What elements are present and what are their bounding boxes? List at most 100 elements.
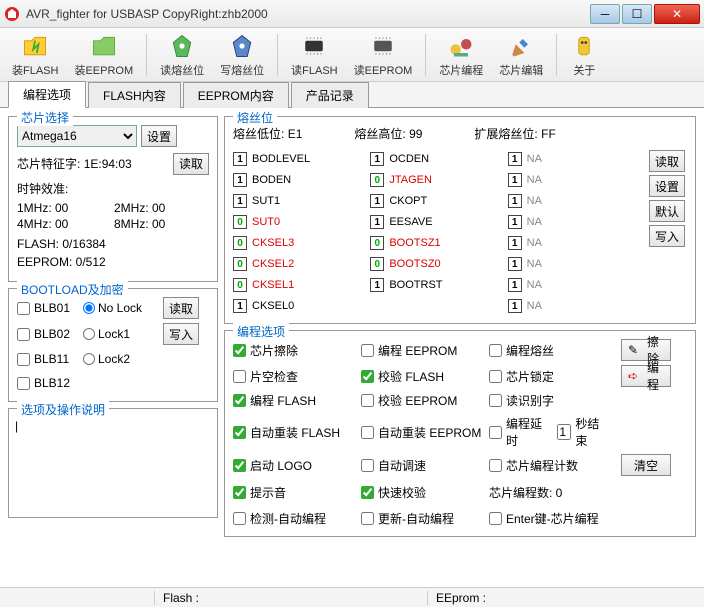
rb-lock2[interactable]: Lock2: [83, 352, 155, 366]
fuse-bit[interactable]: 1BODEN: [233, 171, 370, 189]
fuse-bit[interactable]: 0SUT0: [233, 213, 370, 231]
minimize-button[interactable]: ─: [590, 4, 620, 24]
cb-prog-opt[interactable]: 自动重装 EEPROM: [361, 424, 483, 441]
fuse-bit[interactable]: 0CKSEL2: [233, 255, 370, 273]
chip-set-button[interactable]: 设置: [141, 125, 177, 147]
fuse-bit[interactable]: 1EESAVE: [370, 213, 507, 231]
desc-title: 选项及操作说明: [17, 401, 109, 418]
tool-write-fuse[interactable]: 写熔丝位: [214, 30, 270, 80]
desc-text: |: [13, 413, 213, 513]
erase-button[interactable]: ✎擦除: [621, 339, 671, 361]
fuse-bit[interactable]: 1OCDEN: [370, 150, 507, 168]
clock-grid: 1MHz: 002MHz: 00 4MHz: 008MHz: 00: [17, 201, 209, 231]
tool-read-flash[interactable]: 读FLASH: [285, 30, 343, 80]
cb-prog-opt[interactable]: 提示音: [233, 484, 355, 501]
chip-select-dropdown[interactable]: Atmega16: [17, 125, 137, 147]
prog-delay-input[interactable]: [557, 424, 571, 440]
tab-bar: 编程选项 FLASH内容 EEPROM内容 产品记录: [0, 82, 704, 108]
bootload-write-button[interactable]: 写入: [163, 323, 199, 345]
fuse-default-button[interactable]: 默认: [649, 200, 685, 222]
cb-blb12[interactable]: BLB12: [17, 376, 79, 390]
fuse-low-header: 熔丝低位: E1: [233, 125, 302, 142]
program-button[interactable]: ➪编程: [621, 365, 671, 387]
cb-prog-opt[interactable]: 更新-自动编程: [361, 510, 483, 527]
bootload-title: BOOTLOAD及加密: [17, 281, 128, 298]
cb-prog-opt[interactable]: 校验 EEPROM: [361, 392, 483, 409]
group-prog-options: 编程选项 芯片擦除编程 EEPROM编程熔丝✎擦除片空检查校验 FLASH芯片锁…: [224, 330, 696, 537]
cb-prog-opt[interactable]: 自动重装 FLASH: [233, 424, 355, 441]
maximize-button[interactable]: ☐: [622, 4, 652, 24]
cb-prog-opt[interactable]: 编程熔丝: [489, 342, 611, 359]
fuse-bit[interactable]: 1NA: [508, 276, 645, 294]
tab-prog-options[interactable]: 编程选项: [8, 81, 86, 108]
fuse-read-button[interactable]: 读取: [649, 150, 685, 172]
cb-prog-opt[interactable]: 芯片编程计数: [489, 457, 611, 474]
tool-load-eeprom[interactable]: 装EEPROM: [68, 30, 139, 80]
fuse-write-button[interactable]: 写入: [649, 225, 685, 247]
cb-prog-opt[interactable]: 校验 FLASH: [361, 368, 483, 385]
clear-button[interactable]: 清空: [621, 454, 671, 476]
fuse-bit[interactable]: 1NA: [508, 171, 645, 189]
fuse-bit[interactable]: 1NA: [508, 150, 645, 168]
chip-read-button[interactable]: 读取: [173, 153, 209, 175]
fuse-bit[interactable]: 1NA: [508, 297, 645, 315]
tab-product-record[interactable]: 产品记录: [291, 82, 369, 108]
fuse-bit[interactable]: 1NA: [508, 234, 645, 252]
tool-about[interactable]: 关于: [564, 30, 604, 80]
rb-lock1[interactable]: Lock1: [83, 327, 155, 341]
fuse-bit[interactable]: 0JTAGEN: [370, 171, 507, 189]
cb-prog-opt[interactable]: 检测-自动编程: [233, 510, 355, 527]
tab-eeprom-content[interactable]: EEPROM内容: [183, 82, 289, 108]
app-icon: [4, 6, 20, 22]
fuse-bit[interactable]: 1BODLEVEL: [233, 150, 370, 168]
status-eeprom: EEprom :: [427, 591, 700, 605]
fuse-bit[interactable]: 1NA: [508, 192, 645, 210]
cb-blb11[interactable]: BLB11: [17, 352, 79, 366]
fuse-bit[interactable]: 0CKSEL3: [233, 234, 370, 252]
fuse-high-header: 熔丝高位: 99: [354, 125, 422, 142]
titlebar: AVR_fighter for USBASP CopyRight:zhb2000…: [0, 0, 704, 28]
group-chip-select: 芯片选择 Atmega16 设置 芯片特征字: 1E:94:03 读取 时钟效准…: [8, 116, 218, 282]
cb-prog-opt[interactable]: 编程 FLASH: [233, 392, 355, 409]
status-bar: Flash : EEprom :: [0, 587, 704, 607]
fuse-bit[interactable]: 1CKOPT: [370, 192, 507, 210]
tool-chip-program[interactable]: 芯片编程: [433, 30, 489, 80]
cb-prog-opt[interactable]: 读识别字: [489, 392, 611, 409]
rb-nolock[interactable]: No Lock: [83, 301, 155, 315]
close-button[interactable]: ✕: [654, 4, 700, 24]
fuse-set-button[interactable]: 设置: [649, 175, 685, 197]
fuse-low-col: 1BODLEVEL 1BODEN 1SUT1 0SUT0 0CKSEL3 0CKSEL2 0…: [233, 150, 370, 315]
cb-prog-opt[interactable]: Enter键-芯片编程: [489, 510, 611, 527]
tool-read-fuse[interactable]: 读熔丝位: [154, 30, 210, 80]
fuse-bit[interactable]: 0CKSEL1: [233, 276, 370, 294]
group-description: 选项及操作说明 |: [8, 408, 218, 518]
fuse-bit[interactable]: 1BOOTRST: [370, 276, 507, 294]
fuse-bit[interactable]: 0BOOTSZ0: [370, 255, 507, 273]
cb-prog-opt[interactable]: 片空检查: [233, 368, 355, 385]
cb-prog-opt[interactable]: 芯片锁定: [489, 368, 611, 385]
fuse-bit[interactable]: 1CKSEL0: [233, 297, 370, 315]
cb-prog-opt[interactable]: 启动 LOGO: [233, 457, 355, 474]
cb-prog-opt[interactable]: 芯片擦除: [233, 342, 355, 359]
cb-prog-opt[interactable]: 编程延时 秒结束: [489, 415, 611, 449]
tool-chip-edit[interactable]: 芯片编辑: [493, 30, 549, 80]
cb-prog-opt[interactable]: 编程 EEPROM: [361, 342, 483, 359]
fuse-ext-header: 扩展熔丝位: FF: [474, 125, 555, 142]
fuse-bit[interactable]: 1NA: [508, 213, 645, 231]
bootload-read-button[interactable]: 读取: [163, 297, 199, 319]
cb-blb02[interactable]: BLB02: [17, 327, 79, 341]
cb-blb01[interactable]: BLB01: [17, 301, 79, 315]
flash-usage: FLASH: 0/16384: [17, 237, 209, 251]
toolbar: 装FLASH 装EEPROM 读熔丝位 写熔丝位 读FLASH 读EEPROM …: [0, 28, 704, 82]
fuse-bit[interactable]: 0BOOTSZ1: [370, 234, 507, 252]
fuse-bit[interactable]: 1NA: [508, 255, 645, 273]
tool-load-flash[interactable]: 装FLASH: [6, 30, 64, 80]
fuse-bit[interactable]: 1SUT1: [233, 192, 370, 210]
fuse-title: 熔丝位: [233, 109, 277, 126]
cb-prog-opt[interactable]: 自动调速: [361, 457, 483, 474]
tool-read-eeprom[interactable]: 读EEPROM: [348, 30, 419, 80]
chip-select-title: 芯片选择: [17, 109, 73, 126]
tab-flash-content[interactable]: FLASH内容: [88, 82, 181, 108]
cb-prog-opt[interactable]: 快速校验: [361, 484, 483, 501]
fuse-high-col: 1OCDEN 0JTAGEN 1CKOPT 1EESAVE 0BOOTSZ1 0BOOTS…: [370, 150, 507, 315]
